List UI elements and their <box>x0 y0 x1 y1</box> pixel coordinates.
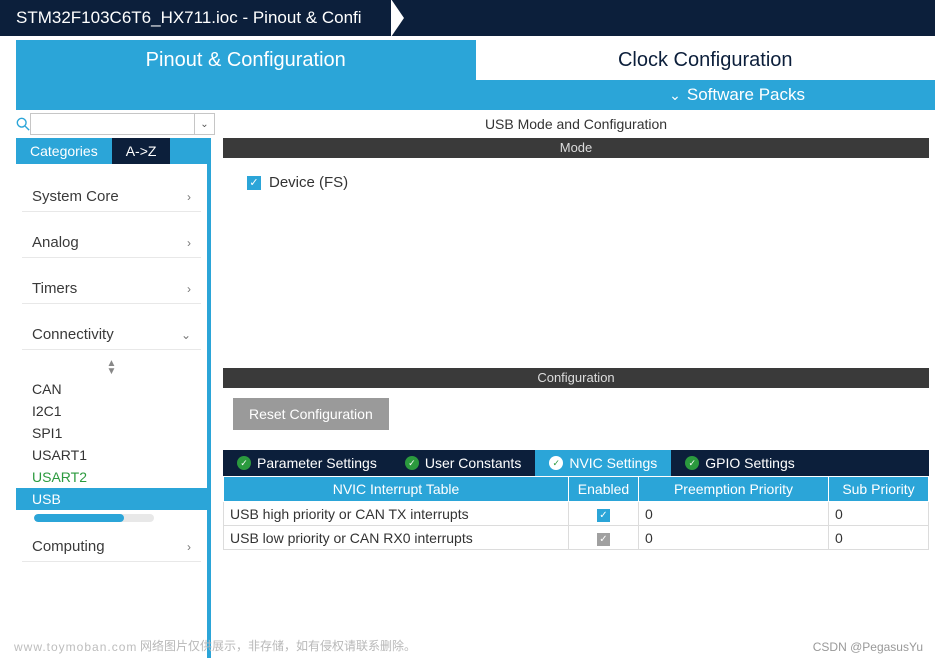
group-timers[interactable]: Timers › <box>22 274 201 304</box>
cell-name: USB high priority or CAN TX interrupts <box>224 502 569 526</box>
cell-preempt[interactable]: 0 <box>639 526 829 550</box>
watermark-text: www.toymoban.com <box>14 640 137 654</box>
category-list: System Core › Analog › Timers › Connectivit… <box>16 164 211 658</box>
tab-nvic-settings[interactable]: ✓ NVIC Settings <box>535 450 671 476</box>
categories-sidebar: ⌄ Categories A->Z System Core › Analog › T… <box>16 110 211 658</box>
col-sub-priority[interactable]: Sub Priority <box>829 477 929 502</box>
col-enabled[interactable]: Enabled <box>569 477 639 502</box>
config-panel: USB Mode and Configuration Mode ✓ Device… <box>211 110 935 658</box>
software-packs-bar[interactable]: ⌄ Software Packs <box>16 80 935 110</box>
tab-label: NVIC Settings <box>569 455 657 471</box>
device-fs-label: Device (FS) <box>269 174 348 191</box>
group-analog[interactable]: Analog › <box>22 228 201 258</box>
breadcrumb-bar: STM32F103C6T6_HX711.ioc - Pinout & Confi <box>0 0 935 36</box>
chevron-right-icon: › <box>187 540 191 554</box>
chevron-down-icon: ⌄ <box>181 328 191 342</box>
cell-preempt[interactable]: 0 <box>639 502 829 526</box>
check-circle-icon: ✓ <box>685 456 699 470</box>
periph-i2c1[interactable]: I2C1 <box>16 400 207 422</box>
check-circle-icon: ✓ <box>405 456 419 470</box>
credit-text: CSDN @PegasusYu <box>813 640 923 654</box>
panel-title: USB Mode and Configuration <box>223 110 929 138</box>
chevron-right-icon: › <box>187 282 191 296</box>
nvic-table: NVIC Interrupt Table Enabled Preemption … <box>223 476 929 550</box>
table-row[interactable]: USB low priority or CAN RX0 interrupts ✓… <box>224 526 929 550</box>
config-header: Configuration <box>223 368 929 388</box>
group-label: Analog <box>32 234 79 251</box>
periph-can[interactable]: CAN <box>16 378 207 400</box>
check-icon: ✓ <box>247 176 261 190</box>
group-connectivity[interactable]: Connectivity ⌄ <box>22 320 201 350</box>
settings-tabs: ✓ Parameter Settings ✓ User Constants ✓ NVI… <box>223 450 929 476</box>
group-label: Timers <box>32 280 77 297</box>
connectivity-sublist: ▲▼ CAN I2C1 SPI1 USART1 USART2 USB <box>16 358 207 522</box>
chevron-right-icon: › <box>187 236 191 250</box>
tab-pinout[interactable]: Pinout & Configuration <box>16 40 476 80</box>
group-system-core[interactable]: System Core › <box>22 182 201 212</box>
chevron-down-icon: ⌄ <box>669 87 681 104</box>
checkbox-checked-icon: ✓ <box>597 533 610 546</box>
sort-icon[interactable]: ▲▼ <box>16 358 207 378</box>
breadcrumb-title: STM32F103C6T6_HX711.ioc - Pinout & Confi <box>16 8 362 28</box>
table-row[interactable]: USB high priority or CAN TX interrupts ✓… <box>224 502 929 526</box>
search-icon[interactable] <box>16 117 30 131</box>
watermark-note: 网络图片仅供展示，非存储，如有侵权请联系删除。 <box>140 637 416 654</box>
tab-label: Parameter Settings <box>257 455 377 471</box>
search-input[interactable] <box>31 114 194 134</box>
col-interrupt-table[interactable]: NVIC Interrupt Table <box>224 477 569 502</box>
tab-parameter-settings[interactable]: ✓ Parameter Settings <box>223 450 391 476</box>
breadcrumb[interactable]: STM32F103C6T6_HX711.ioc - Pinout & Confi <box>0 0 390 36</box>
software-packs-label: Software Packs <box>687 85 805 105</box>
mode-header: Mode <box>223 138 929 158</box>
checkbox-checked-icon: ✓ <box>597 509 610 522</box>
tab-label: User Constants <box>425 455 521 471</box>
check-circle-icon: ✓ <box>549 456 563 470</box>
periph-usb[interactable]: USB <box>16 488 207 510</box>
periph-usart1[interactable]: USART1 <box>16 444 207 466</box>
cell-name: USB low priority or CAN RX0 interrupts <box>224 526 569 550</box>
tab-label: GPIO Settings <box>705 455 794 471</box>
config-body: Reset Configuration ✓ Parameter Settings … <box>223 388 929 560</box>
cell-sub[interactable]: 0 <box>829 502 929 526</box>
tab-a-to-z[interactable]: A->Z <box>112 138 171 164</box>
cell-enabled[interactable]: ✓ <box>569 526 639 550</box>
cell-sub[interactable]: 0 <box>829 526 929 550</box>
search-row: ⌄ <box>16 110 211 138</box>
usage-bar <box>34 514 154 522</box>
tab-clock[interactable]: Clock Configuration <box>476 40 935 80</box>
col-preemption[interactable]: Preemption Priority <box>639 477 829 502</box>
category-tab-bar: Categories A->Z <box>16 138 211 164</box>
group-computing[interactable]: Computing › <box>22 532 201 562</box>
chevron-right-icon: › <box>187 190 191 204</box>
check-circle-icon: ✓ <box>237 456 251 470</box>
tab-categories[interactable]: Categories <box>16 138 112 164</box>
device-fs-checkbox[interactable]: ✓ Device (FS) <box>247 174 905 191</box>
periph-usart2[interactable]: USART2 <box>16 466 207 488</box>
group-label: Connectivity <box>32 326 114 343</box>
main-tabs: Pinout & Configuration Clock Configurati… <box>0 40 935 80</box>
periph-spi1[interactable]: SPI1 <box>16 422 207 444</box>
group-label: System Core <box>32 188 119 205</box>
tab-gpio-settings[interactable]: ✓ GPIO Settings <box>671 450 808 476</box>
group-label: Computing <box>32 538 105 555</box>
tab-user-constants[interactable]: ✓ User Constants <box>391 450 535 476</box>
mode-body: ✓ Device (FS) <box>223 158 929 358</box>
reset-configuration-button[interactable]: Reset Configuration <box>233 398 389 430</box>
cell-enabled[interactable]: ✓ <box>569 502 639 526</box>
